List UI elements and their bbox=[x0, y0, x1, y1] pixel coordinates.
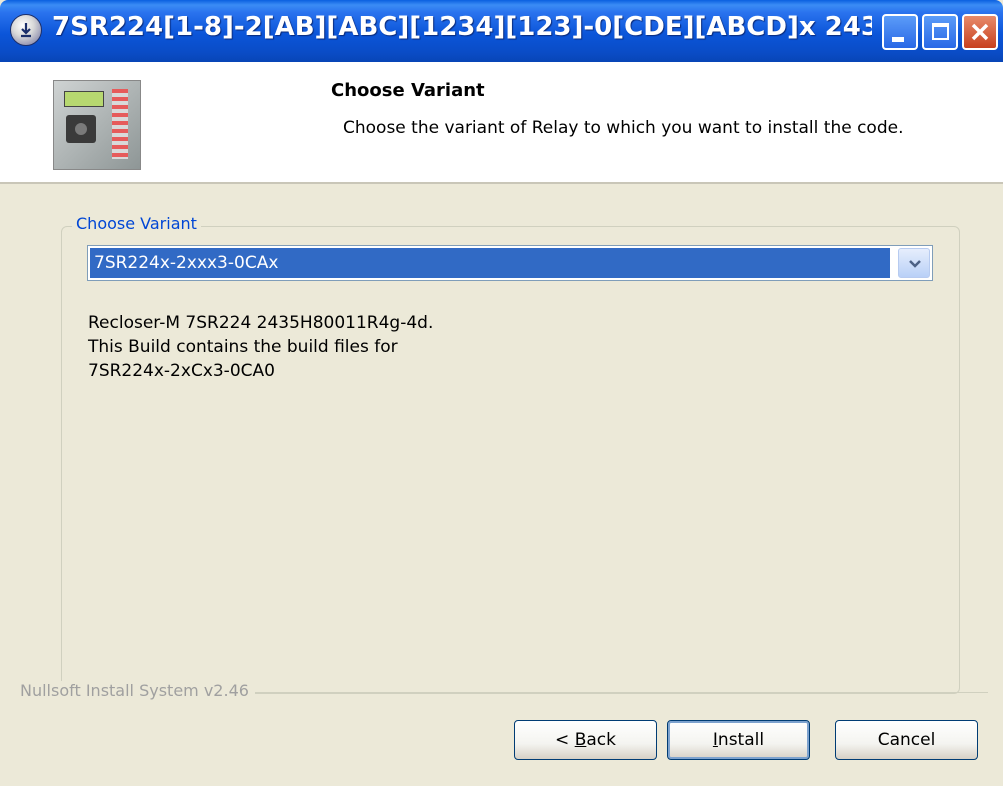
variant-dropdown[interactable]: 7SR224x-2xxx3-0CAx bbox=[87, 245, 933, 281]
close-icon bbox=[971, 23, 989, 41]
variant-info: Recloser-M 7SR224 2435H80011R4g-4d. This… bbox=[88, 311, 908, 383]
back-button[interactable]: < Back bbox=[514, 720, 657, 760]
window-title: 7SR224[1-8]-2[AB][ABC][1234][123]-0[CDE]… bbox=[52, 12, 872, 42]
variant-selected-value[interactable]: 7SR224x-2xxx3-0CAx bbox=[90, 248, 890, 278]
page-title: Choose Variant bbox=[331, 80, 485, 101]
relay-device-icon bbox=[53, 80, 141, 170]
variant-info-line: Recloser-M 7SR224 2435H80011R4g-4d. bbox=[88, 313, 434, 333]
wizard-header: Choose Variant Choose the variant of Rel… bbox=[0, 62, 1003, 184]
cancel-button[interactable]: Cancel bbox=[835, 720, 978, 760]
minimize-button[interactable] bbox=[882, 14, 918, 50]
title-bar[interactable]: 7SR224[1-8]-2[AB][ABC][1234][123]-0[CDE]… bbox=[0, 0, 1003, 62]
maximize-button[interactable] bbox=[922, 14, 958, 50]
branding-text: Nullsoft Install System v2.46 bbox=[20, 681, 255, 700]
installer-window: 7SR224[1-8]-2[AB][ABC][1234][123]-0[CDE]… bbox=[0, 0, 1003, 786]
installer-disc-icon[interactable] bbox=[10, 14, 42, 46]
variant-info-line: 7SR224x-2xCx3-0CA0 bbox=[88, 361, 275, 381]
page-description: Choose the variant of Relay to which you… bbox=[343, 118, 904, 138]
group-label: Choose Variant bbox=[72, 214, 201, 233]
maximize-icon bbox=[932, 23, 949, 40]
dropdown-button[interactable] bbox=[898, 248, 930, 278]
chevron-down-icon bbox=[909, 260, 921, 268]
close-button[interactable] bbox=[962, 14, 998, 50]
variant-info-line: This Build contains the build files for bbox=[88, 337, 398, 357]
choose-variant-group bbox=[61, 226, 960, 694]
install-button[interactable]: Install bbox=[667, 720, 810, 760]
minimize-icon bbox=[892, 37, 904, 42]
